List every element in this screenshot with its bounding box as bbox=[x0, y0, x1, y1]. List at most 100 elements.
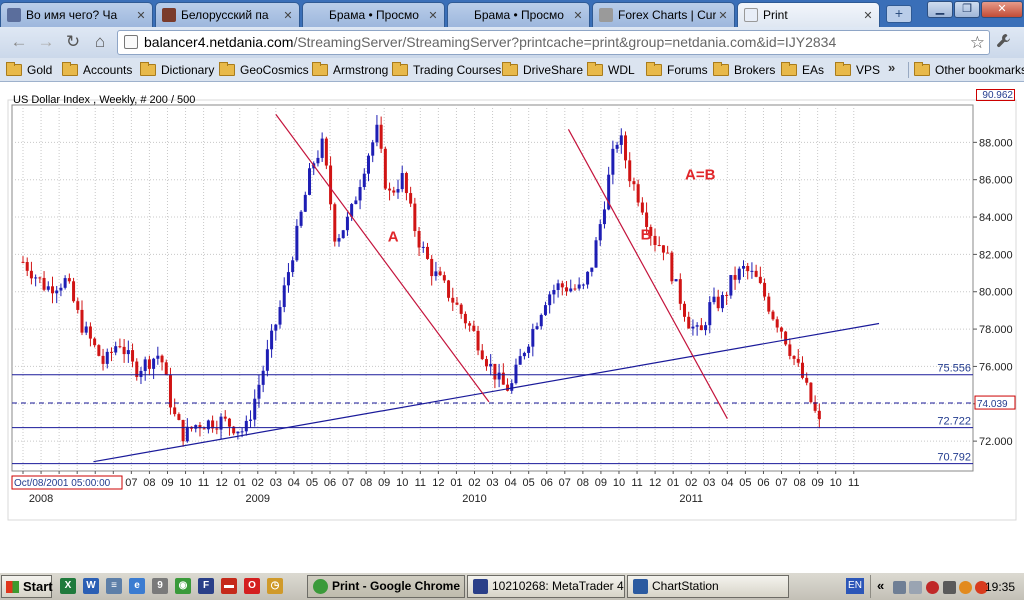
ie-icon[interactable]: e bbox=[129, 578, 145, 594]
address-bar[interactable]: balancer4.netdania.com/StreamingServer/S… bbox=[117, 30, 990, 55]
home-button[interactable]: ⌂ bbox=[89, 32, 111, 54]
candle-body bbox=[687, 316, 691, 329]
browser-tab-6[interactable]: Print ✕ bbox=[737, 2, 880, 27]
folder-icon bbox=[835, 62, 851, 76]
bookmark-other-bookmarks[interactable]: Other bookmarks bbox=[914, 61, 1024, 79]
chrome-icon[interactable]: ◉ bbox=[175, 578, 191, 594]
maximize-button[interactable]: ❐ bbox=[954, 1, 980, 18]
candle-body bbox=[97, 345, 101, 356]
candle-body bbox=[291, 260, 295, 273]
volume-icon[interactable] bbox=[943, 581, 956, 594]
app9-icon[interactable]: 9 bbox=[152, 578, 168, 594]
tab-close-icon[interactable]: ✕ bbox=[571, 9, 585, 22]
candle-body bbox=[253, 398, 257, 420]
bookmark-geocosmics[interactable]: GeoCosmics bbox=[219, 61, 309, 79]
candle-body bbox=[640, 202, 644, 213]
bookmark-gold[interactable]: Gold bbox=[6, 61, 52, 79]
candle-body bbox=[93, 338, 97, 346]
wrench-menu-icon[interactable] bbox=[996, 33, 1012, 54]
candle-body bbox=[733, 275, 737, 280]
browser-tab-1[interactable]: Во имя чего? Ча ✕ bbox=[0, 2, 153, 27]
bookmark-driveshare[interactable]: DriveShare bbox=[502, 61, 583, 79]
bookmark-dictionary[interactable]: Dictionary bbox=[140, 61, 214, 79]
x-year-label: 2008 bbox=[29, 493, 53, 505]
new-tab-button[interactable]: + bbox=[886, 5, 912, 23]
clock-icon[interactable]: ◷ bbox=[267, 578, 283, 594]
task-print-google-chrome[interactable]: Print - Google Chrome bbox=[307, 575, 465, 598]
top-price-label: 90.962 bbox=[976, 89, 1015, 101]
network-icon[interactable] bbox=[893, 581, 906, 594]
monitor-icon[interactable] bbox=[909, 581, 922, 594]
tab-favicon-icon bbox=[599, 8, 613, 22]
page-content: 72.00074.00076.00078.00080.00082.00084.0… bbox=[0, 83, 1024, 572]
forex-icon[interactable]: F bbox=[198, 578, 214, 594]
minimize-button[interactable]: ▁ bbox=[927, 1, 953, 18]
candle-body bbox=[274, 324, 278, 331]
cursor-date-label: Oct/08/2001 05:00:00 bbox=[14, 478, 111, 489]
word-icon[interactable]: W bbox=[83, 578, 99, 594]
bookmark-label: Dictionary bbox=[161, 63, 215, 77]
start-button[interactable]: Start bbox=[1, 575, 53, 598]
tab-close-icon[interactable]: ✕ bbox=[426, 9, 440, 22]
browser-tab-4[interactable]: Брама • Просмо ✕ bbox=[447, 2, 590, 27]
x-tick-label: 04 bbox=[288, 477, 300, 489]
bookmarks-overflow-chevron-icon[interactable]: » bbox=[888, 60, 895, 75]
reload-button[interactable]: ↻ bbox=[62, 32, 84, 54]
tray-expand-icon[interactable]: « bbox=[877, 578, 884, 593]
bookmark-wdl[interactable]: WDL bbox=[587, 61, 635, 79]
browser-tab-3[interactable]: Брама • Просмо ✕ bbox=[302, 2, 445, 27]
tab-favicon-icon bbox=[162, 8, 176, 22]
candle-body bbox=[109, 351, 113, 353]
candle-body bbox=[173, 407, 177, 415]
tab-close-icon[interactable]: ✕ bbox=[861, 9, 875, 22]
folder-icon bbox=[219, 62, 235, 76]
bookmarks-bar: Gold Accounts Dictionary GeoCosmics Arms… bbox=[0, 58, 1024, 82]
x-tick-label: 09 bbox=[161, 477, 173, 489]
candle-body bbox=[434, 271, 438, 277]
browser-tab-5[interactable]: Forex Charts | Cur ✕ bbox=[592, 2, 735, 27]
language-indicator[interactable]: EN bbox=[846, 578, 864, 594]
update-icon[interactable] bbox=[959, 581, 972, 594]
bookmark-accounts[interactable]: Accounts bbox=[62, 61, 132, 79]
close-window-button[interactable]: ✕ bbox=[981, 1, 1023, 18]
bookmark-vps[interactable]: VPS bbox=[835, 61, 880, 79]
bookmark-forums[interactable]: Forums bbox=[646, 61, 708, 79]
notepad-icon[interactable]: ≡ bbox=[106, 578, 122, 594]
back-button[interactable]: ← bbox=[8, 32, 30, 54]
candle-body bbox=[25, 262, 29, 271]
candle-body bbox=[704, 325, 708, 331]
candle-body bbox=[249, 419, 253, 421]
bookmark-trading-courses[interactable]: Trading Courses bbox=[392, 61, 501, 79]
task-chartstation[interactable]: ChartStation bbox=[627, 575, 789, 598]
bookmark-eas[interactable]: EAs bbox=[781, 61, 824, 79]
tab-close-icon[interactable]: ✕ bbox=[281, 9, 295, 22]
candle bbox=[341, 229, 345, 239]
bookmark-armstrong[interactable]: Armstrong bbox=[312, 61, 388, 79]
task-metatrader[interactable]: 10210268: MetaTrader 4 ... bbox=[467, 575, 625, 598]
taskbar-clock[interactable]: 19:35 bbox=[985, 580, 1015, 594]
candle-body bbox=[118, 346, 122, 348]
candle-body bbox=[611, 148, 615, 175]
task-label: Print - Google Chrome bbox=[332, 579, 461, 593]
x-tick-label: 12 bbox=[216, 477, 228, 489]
candle bbox=[383, 146, 387, 190]
system-tray: « 19:35 bbox=[870, 575, 1024, 598]
security-icon[interactable] bbox=[926, 581, 939, 594]
opera-icon[interactable]: O bbox=[244, 578, 260, 594]
bookmark-brokers[interactable]: Brokers bbox=[713, 61, 775, 79]
flag-icon[interactable]: ▬ bbox=[221, 578, 237, 594]
forward-button[interactable]: → bbox=[35, 32, 57, 54]
tab-close-icon[interactable]: ✕ bbox=[134, 9, 148, 22]
candle-body bbox=[223, 416, 227, 419]
price-chart[interactable]: 72.00074.00076.00078.00080.00082.00084.0… bbox=[0, 83, 1024, 572]
candle bbox=[72, 277, 76, 303]
excel-icon[interactable]: X bbox=[60, 578, 76, 594]
bookmark-star-icon[interactable]: ☆ bbox=[970, 31, 985, 54]
candle-body bbox=[417, 231, 421, 248]
tab-close-icon[interactable]: ✕ bbox=[716, 9, 730, 22]
folder-icon bbox=[914, 62, 930, 76]
candle-body bbox=[763, 282, 767, 297]
candle bbox=[333, 202, 337, 247]
candle-body bbox=[286, 272, 290, 286]
browser-tab-2[interactable]: Белорусский па ✕ bbox=[155, 2, 300, 27]
